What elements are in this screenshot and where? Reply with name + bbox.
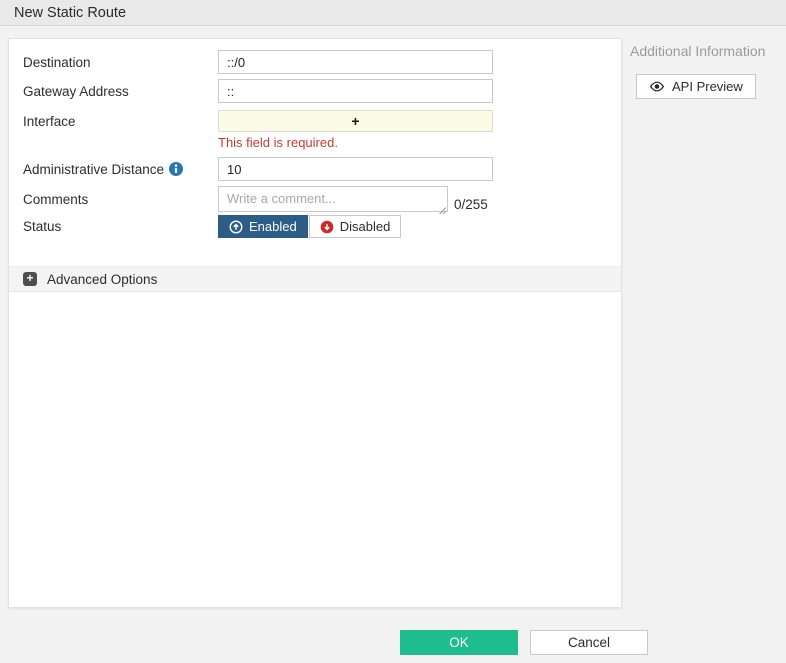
comments-field-wrap bbox=[218, 186, 448, 215]
ok-button[interactable]: OK bbox=[400, 630, 518, 655]
gateway-address-input[interactable] bbox=[218, 79, 493, 103]
arrow-up-circle-icon bbox=[229, 220, 243, 234]
comments-textarea[interactable] bbox=[218, 186, 448, 212]
comments-char-counter: 0/255 bbox=[454, 197, 488, 212]
static-route-form-panel: Destination Gateway Address Interface + … bbox=[8, 38, 622, 608]
interface-label: Interface bbox=[23, 113, 76, 129]
status-disabled-label: Disabled bbox=[339, 219, 391, 234]
admin-distance-label-text: Administrative Distance bbox=[23, 161, 165, 177]
status-enabled-button[interactable]: Enabled bbox=[218, 215, 308, 238]
destination-input[interactable] bbox=[218, 50, 493, 74]
advanced-options-toggle[interactable]: + Advanced Options bbox=[9, 266, 621, 292]
status-segmented-control: Enabled Disabled bbox=[218, 215, 402, 238]
advanced-options-label: Advanced Options bbox=[47, 271, 158, 287]
status-label: Status bbox=[23, 219, 62, 234]
resize-handle-icon[interactable] bbox=[438, 201, 447, 215]
plus-icon: + bbox=[351, 113, 360, 129]
status-enabled-label: Enabled bbox=[249, 219, 297, 234]
additional-information-title: Additional Information bbox=[630, 43, 766, 59]
destination-label: Destination bbox=[23, 54, 91, 70]
interface-required-error: This field is required. bbox=[218, 135, 338, 150]
cancel-button[interactable]: Cancel bbox=[530, 630, 648, 655]
admin-distance-input[interactable] bbox=[218, 157, 493, 181]
page-title: New Static Route bbox=[14, 4, 127, 21]
gateway-address-label: Gateway Address bbox=[23, 83, 129, 99]
api-preview-button[interactable]: API Preview bbox=[636, 74, 756, 99]
info-icon[interactable] bbox=[169, 162, 184, 176]
arrow-down-circle-icon bbox=[320, 220, 334, 234]
interface-add-button[interactable]: + bbox=[218, 110, 493, 132]
new-static-route-page: { "header": { "title": "New Static Route… bbox=[0, 0, 786, 663]
api-preview-label: API Preview bbox=[672, 79, 743, 94]
expand-plus-icon: + bbox=[23, 272, 37, 286]
admin-distance-label: Administrative Distance bbox=[23, 157, 184, 181]
dialog-titlebar: New Static Route bbox=[0, 0, 786, 26]
status-disabled-button[interactable]: Disabled bbox=[308, 215, 402, 238]
eye-icon bbox=[649, 81, 665, 92]
comments-label: Comments bbox=[23, 191, 89, 207]
